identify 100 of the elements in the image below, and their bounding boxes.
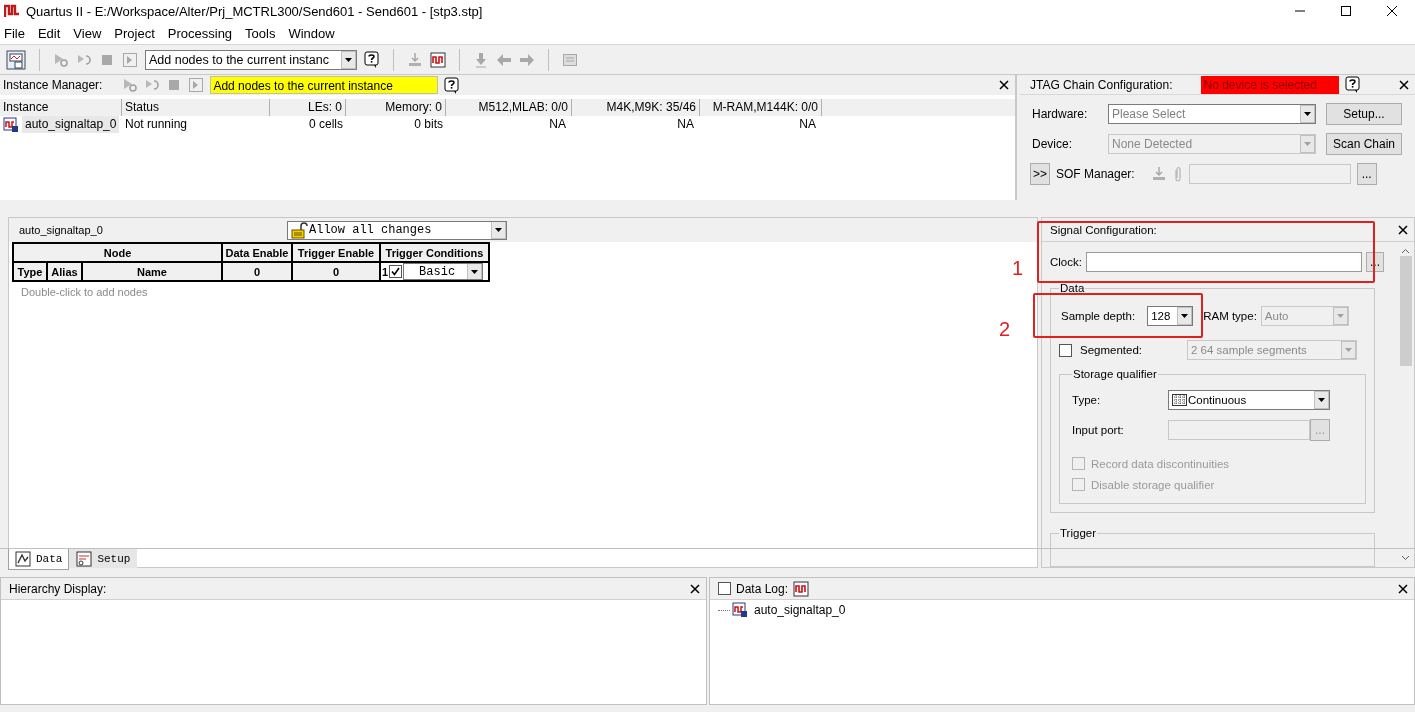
condition-type-dropdown[interactable]: Basic bbox=[403, 263, 484, 280]
tree-item[interactable]: auto_signaltap_0 bbox=[754, 603, 846, 617]
hardware-dropdown[interactable]: Please Select bbox=[1108, 104, 1316, 124]
field-label: Device: bbox=[1032, 137, 1073, 151]
run-analysis-icon[interactable] bbox=[53, 51, 69, 68]
help-icon[interactable] bbox=[364, 51, 380, 68]
option-label: Record data discontinuities bbox=[1091, 457, 1230, 470]
caret-icon[interactable] bbox=[1314, 391, 1329, 409]
close-icon[interactable] bbox=[690, 583, 700, 594]
qualifier-type-dropdown[interactable]: Continuous bbox=[1168, 390, 1330, 410]
field-label: Input port: bbox=[1072, 424, 1125, 436]
status-message: Add nodes to the current instance bbox=[210, 76, 439, 94]
menu-item[interactable]: Edit bbox=[37, 25, 61, 41]
close-icon[interactable] bbox=[999, 80, 1009, 90]
column-header[interactable]: Trigger Conditions bbox=[380, 243, 489, 262]
field-label: Type: bbox=[1072, 394, 1102, 406]
group-title: Data bbox=[1059, 282, 1086, 294]
table-cell-text: 0 bits bbox=[413, 116, 444, 133]
waveform-log-icon[interactable] bbox=[793, 580, 810, 597]
field-label: Clock: bbox=[1050, 256, 1082, 268]
pattern-icon bbox=[1172, 394, 1188, 406]
table-cell-text: NA bbox=[548, 116, 567, 133]
panel-title: Data Log: bbox=[736, 581, 789, 596]
close-icon[interactable] bbox=[1398, 583, 1408, 594]
column-header[interactable]: Node bbox=[13, 243, 222, 262]
field-label: Sample depth: bbox=[1061, 310, 1136, 322]
close-icon[interactable] bbox=[1399, 79, 1409, 90]
condition-checkbox[interactable] bbox=[389, 265, 403, 278]
panel-title: JTAG Chain Configuration: bbox=[1030, 77, 1173, 92]
scan-chain-button[interactable]: Scan Chain bbox=[1326, 133, 1402, 155]
table-cell-text: NA bbox=[798, 116, 817, 133]
menu-item[interactable]: Project bbox=[114, 25, 155, 41]
menu-item[interactable]: Processing bbox=[167, 25, 233, 41]
lock-mode-dropdown[interactable]: Allow all changes bbox=[287, 220, 507, 240]
column-header[interactable]: Trigger Enable bbox=[292, 243, 380, 262]
column-header[interactable]: M512,MLAB: 0/0 bbox=[446, 99, 572, 116]
browse-button[interactable]: ... bbox=[1356, 163, 1377, 185]
clock-field[interactable] bbox=[1085, 252, 1362, 272]
panel-title: Instance Manager: bbox=[3, 78, 103, 92]
menu-item[interactable]: Tools bbox=[245, 25, 276, 41]
caret-icon[interactable] bbox=[467, 264, 483, 279]
waveform-export-icon[interactable] bbox=[430, 51, 446, 68]
checkmark-icon bbox=[391, 267, 401, 276]
column-header[interactable]: Memory: 0 bbox=[346, 99, 446, 116]
column-header[interactable]: LEs: 0 bbox=[270, 99, 346, 116]
sof-file-field[interactable] bbox=[1188, 164, 1351, 184]
setup-button[interactable]: Setup... bbox=[1326, 103, 1402, 125]
help-icon[interactable] bbox=[1344, 76, 1361, 93]
run-analysis-icon[interactable] bbox=[122, 77, 139, 93]
instance-dropdown[interactable]: Add nodes to the current instanc bbox=[145, 49, 357, 70]
chart-icon bbox=[15, 551, 31, 567]
field-label: Segmented: bbox=[1080, 344, 1143, 356]
expand-button[interactable]: >> bbox=[1030, 163, 1050, 185]
tab[interactable]: Setup bbox=[69, 549, 138, 568]
panel-title: Signal Configuration: bbox=[1050, 223, 1158, 236]
empty-hint: Double-click to add nodes bbox=[21, 286, 149, 298]
download-icon[interactable] bbox=[473, 51, 489, 68]
table-cell-text: 0 cells bbox=[308, 116, 344, 133]
instance-icon bbox=[3, 116, 19, 133]
right-arrow-icon[interactable] bbox=[519, 51, 535, 68]
column-header[interactable]: M4K,M9K: 35/46 bbox=[572, 99, 700, 116]
segmented-checkbox[interactable] bbox=[1059, 343, 1072, 357]
column-header[interactable]: Data Enable bbox=[222, 243, 292, 262]
annotation-label: 1 bbox=[1012, 257, 1024, 280]
scroll-down-icon[interactable] bbox=[1401, 555, 1410, 561]
status-message: No device is selected bbox=[1200, 75, 1339, 94]
autorun-icon[interactable] bbox=[144, 77, 161, 93]
unlock-icon bbox=[291, 221, 309, 239]
column-header[interactable]: Status bbox=[122, 99, 270, 116]
caret-icon[interactable] bbox=[341, 50, 356, 69]
input-port-field[interactable] bbox=[1168, 420, 1310, 440]
window-title: Quartus II - E:/Workspace/Alter/Prj_MCTRL300/Send601 - Send601 - [stp3.stp] bbox=[26, 3, 484, 19]
data-log-checkbox[interactable] bbox=[718, 582, 731, 595]
caret-icon[interactable] bbox=[1300, 105, 1315, 123]
panel-title: Hierarchy Display: bbox=[9, 581, 108, 596]
group-title: Trigger bbox=[1059, 527, 1097, 539]
scrollbar-thumb[interactable] bbox=[1399, 256, 1412, 366]
option-label: Disable storage qualifier bbox=[1091, 478, 1215, 491]
scroll-up-icon[interactable] bbox=[1401, 248, 1410, 254]
table-cell-text: Not running bbox=[124, 116, 189, 133]
field-label: Hardware: bbox=[1032, 107, 1089, 121]
condition-index: 1 bbox=[382, 265, 389, 278]
menu-item[interactable]: Window bbox=[288, 25, 335, 41]
caret-icon[interactable] bbox=[491, 221, 506, 239]
instance-name[interactable]: auto_signaltap_0 bbox=[22, 116, 120, 133]
close-icon[interactable] bbox=[1398, 224, 1408, 235]
menu-item[interactable]: File bbox=[4, 25, 25, 41]
sample-depth-dropdown[interactable]: 128 bbox=[1147, 306, 1194, 326]
field-label: SOF Manager: bbox=[1056, 167, 1135, 181]
menu-item[interactable]: View bbox=[73, 25, 102, 41]
tab[interactable]: Data bbox=[8, 549, 70, 570]
app-icon bbox=[4, 3, 20, 19]
help-icon[interactable] bbox=[444, 76, 461, 94]
list-icon[interactable] bbox=[562, 51, 578, 68]
field-label: RAM type: bbox=[1203, 310, 1257, 322]
instance-manager-icon[interactable] bbox=[6, 49, 26, 70]
caret-icon[interactable] bbox=[1177, 307, 1193, 325]
annotation-label: 2 bbox=[999, 318, 1011, 341]
table-cell-text: NA bbox=[676, 116, 695, 133]
column-header[interactable]: M-RAM,M144K: 0/0 bbox=[700, 99, 822, 116]
